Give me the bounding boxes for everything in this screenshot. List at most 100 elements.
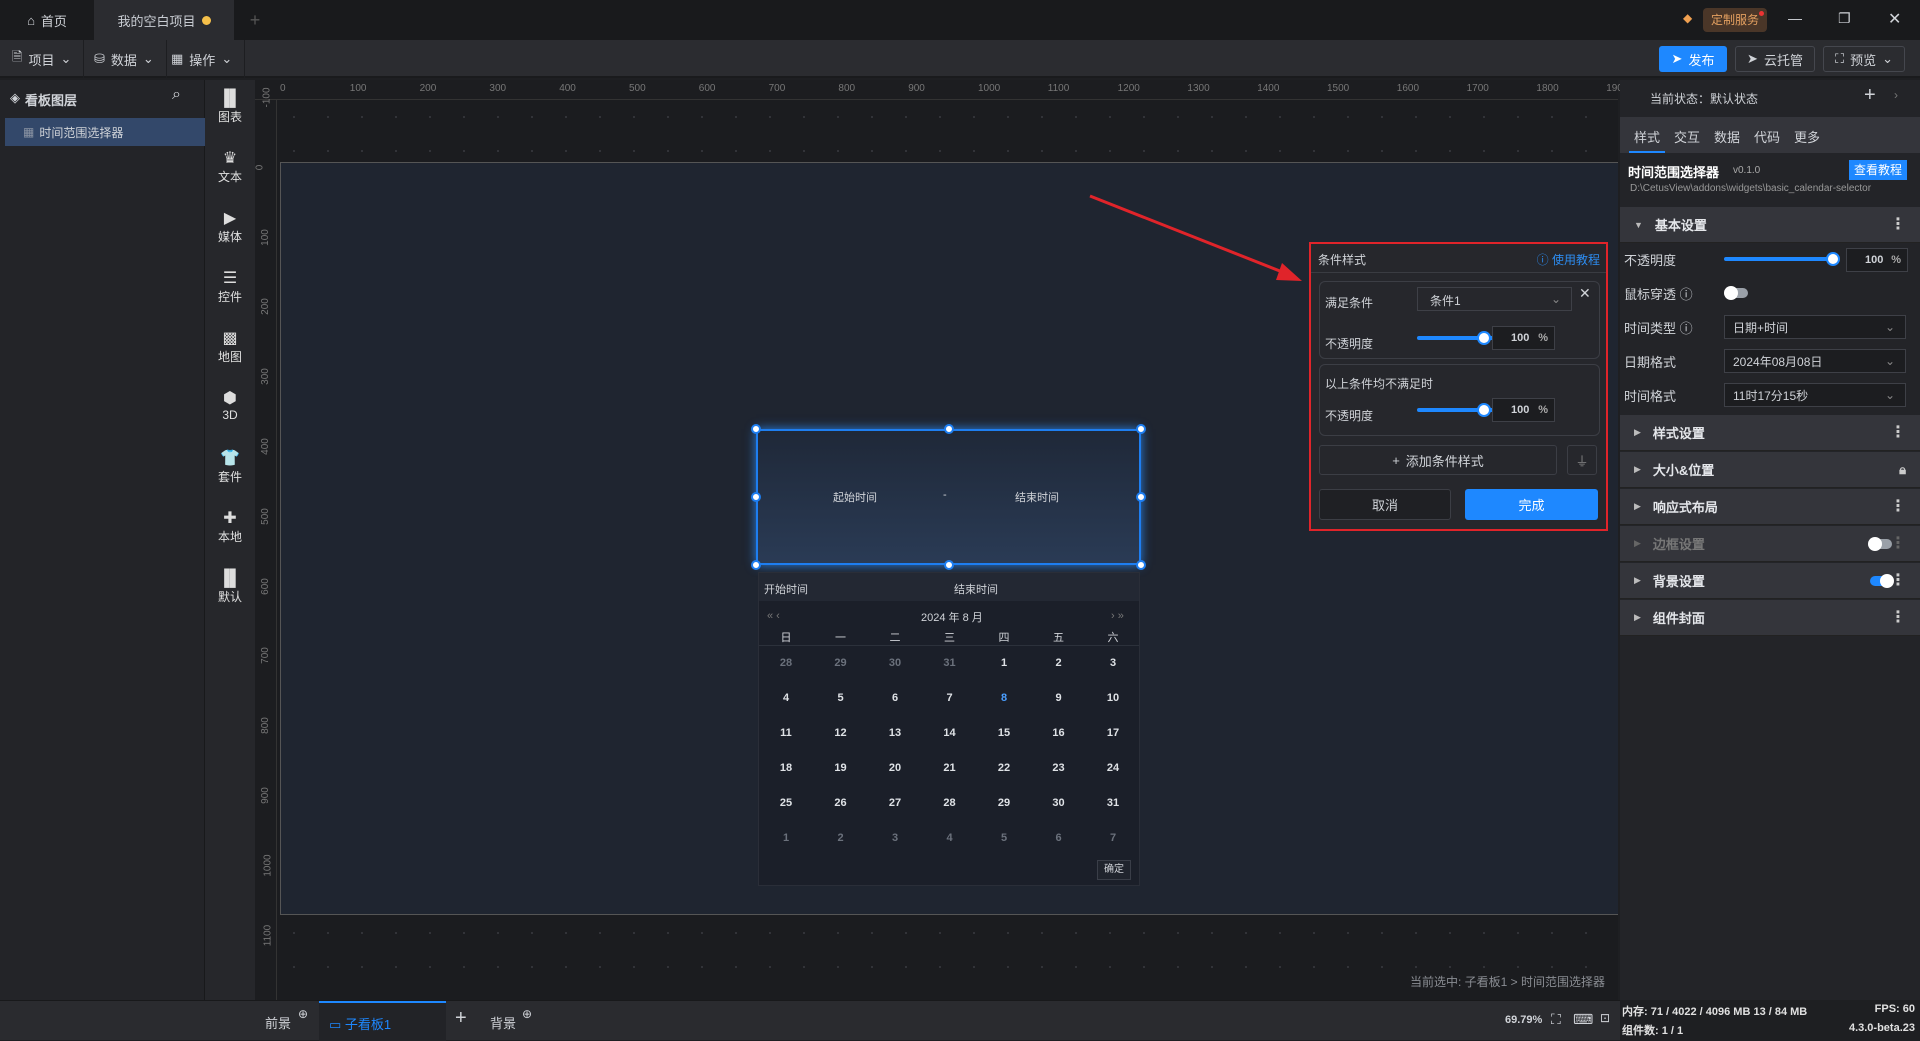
tab-label: 前景	[265, 1016, 292, 1031]
remove-condition-icon[interactable]: ✕	[1579, 285, 1591, 302]
more-icon[interactable]: ⋮	[1890, 498, 1906, 515]
tab-label: 背景	[490, 1016, 517, 1031]
section-label: 样式设置	[1652, 426, 1705, 441]
keyboard-icon[interactable]: ⌨	[1573, 1011, 1593, 1028]
opacity-label: 不透明度	[1325, 409, 1374, 423]
caret-right-icon: ▶	[1634, 612, 1641, 622]
border-toggle[interactable]	[1868, 537, 1892, 551]
add-condition-button[interactable]: + 添加条件样式	[1319, 445, 1557, 475]
mouse-through-toggle[interactable]	[1724, 286, 1748, 300]
current-state: 当前状态：默认状态	[1650, 92, 1759, 106]
chevron-down-icon: ⌄	[1884, 354, 1895, 368]
chevron-right-icon[interactable]: ›	[1894, 88, 1898, 102]
component-path: D:\CetusView\addons\widgets\basic_calend…	[1630, 183, 1872, 194]
add-foreground-icon[interactable]: ⊕	[298, 1007, 308, 1021]
select-value: 2024年08月08日	[1733, 354, 1823, 369]
else-label: 以上条件均不满足时	[1325, 377, 1434, 391]
slider-knob[interactable]	[1477, 403, 1491, 417]
more-icon[interactable]: ⋮	[1890, 609, 1906, 626]
section-style[interactable]: ▶ 样式设置 ⋮	[1620, 415, 1920, 451]
percent-unit: %	[1538, 332, 1548, 344]
opacity-row: 不透明度 100%	[1620, 244, 1920, 274]
add-background-icon[interactable]: ⊕	[522, 1007, 532, 1021]
component-version: v0.1.0	[1733, 165, 1761, 176]
caret-right-icon: ▶	[1634, 575, 1641, 585]
percent-unit: %	[1538, 404, 1548, 416]
app-version: 4.3.0-beta.23	[1848, 1022, 1915, 1034]
select-value: 日期+时间	[1733, 320, 1789, 335]
section-border[interactable]: ▶ 边框设置 ⋮	[1620, 526, 1920, 562]
section-label: 基本设置	[1654, 218, 1707, 233]
caret-right-icon: ▶	[1634, 427, 1641, 437]
time-type-label: 时间类型 ⓘ	[1624, 318, 1693, 337]
caret-right-icon: ▶	[1634, 501, 1641, 511]
mouse-through-row: 鼠标穿透 ⓘ	[1620, 278, 1920, 308]
background-toggle[interactable]	[1870, 574, 1894, 588]
foreground-tab[interactable]: 前景	[265, 1013, 291, 1032]
slider-knob[interactable]	[1477, 331, 1491, 345]
opacity-value: 100	[1511, 404, 1530, 416]
tab-0[interactable]: 样式	[1629, 127, 1665, 153]
tab-2[interactable]: 数据	[1709, 127, 1745, 153]
help-link[interactable]: ⓘ 使用教程	[1537, 251, 1600, 268]
opacity-input[interactable]: 100%	[1846, 248, 1908, 272]
done-button[interactable]: 完成	[1465, 489, 1598, 520]
status-panel: 内存: 71 / 4022 / 4096 MB 13 / 84 MB FPS: …	[1620, 1000, 1920, 1040]
sub-board-tab[interactable]: ▭ 子看板1	[319, 1001, 446, 1041]
filter-add-icon[interactable]: ⏚	[1567, 445, 1597, 475]
more-icon[interactable]: ⋮	[1890, 572, 1906, 589]
section-responsive[interactable]: ▶ 响应式布局 ⋮	[1620, 489, 1920, 525]
section-label: 响应式布局	[1652, 500, 1718, 515]
lock-icon[interactable]: 🔒︎	[1899, 463, 1906, 476]
fit-screen-icon[interactable]: ⛶	[1551, 1011, 1561, 1028]
opacity-input[interactable]: 100%	[1492, 326, 1555, 350]
tab-4[interactable]: 更多	[1789, 127, 1825, 153]
section-background[interactable]: ▶ 背景设置 ⋮	[1620, 563, 1920, 599]
component-count: 组件数: 1 / 1	[1622, 1025, 1684, 1037]
label-text: 时间类型	[1624, 320, 1677, 336]
add-state-icon[interactable]: +	[1864, 84, 1876, 107]
add-board-icon[interactable]: +	[455, 1007, 467, 1030]
zoom-level[interactable]: 69.79%	[1505, 1014, 1542, 1026]
time-type-select[interactable]: 日期+时间 ⌄	[1724, 315, 1906, 339]
button-label: 添加条件样式	[1405, 453, 1484, 469]
condition-select[interactable]: 条件1 ⌄	[1417, 287, 1572, 311]
component-name: 时间范围选择器	[1628, 165, 1720, 180]
opacity-slider[interactable]	[1724, 257, 1834, 261]
time-format-select[interactable]: 11时17分15秒 ⌄	[1724, 383, 1906, 407]
dialog-title: 条件样式	[1318, 253, 1367, 267]
opacity-label: 不透明度	[1624, 252, 1677, 268]
memory-usage: 内存: 71 / 4022 / 4096 MB 13 / 84 MB	[1622, 1006, 1808, 1018]
section-label: 背景设置	[1652, 574, 1705, 589]
condition-style-dialog: 条件样式 ⓘ 使用教程 满足条件 条件1 ⌄ ✕ 不透明度 100% 以上条件均不…	[1309, 242, 1608, 531]
tab-3[interactable]: 代码	[1749, 127, 1785, 153]
chevron-down-icon: ⌄	[1550, 292, 1561, 306]
opacity-input[interactable]: 100%	[1492, 398, 1555, 422]
button-label: 查看教程	[1853, 163, 1902, 177]
date-format-row: 日期格式 2024年08月08日 ⌄	[1620, 346, 1920, 376]
section-cover[interactable]: ▶ 组件封面 ⋮	[1620, 600, 1920, 636]
fps: FPS: 60	[1874, 1003, 1915, 1015]
cancel-button[interactable]: 取消	[1319, 489, 1451, 520]
section-label: 大小&位置	[1652, 463, 1715, 478]
section-label: 边框设置	[1652, 537, 1705, 552]
slider-knob[interactable]	[1826, 252, 1840, 266]
percent-unit: %	[1891, 254, 1901, 266]
more-icon[interactable]: ⋮	[1890, 535, 1906, 552]
date-format-select[interactable]: 2024年08月08日 ⌄	[1724, 349, 1906, 373]
more-icon[interactable]: ⋮	[1890, 216, 1906, 233]
section-basic[interactable]: ▼ 基本设置 ⋮	[1620, 207, 1920, 243]
opacity-value: 100	[1865, 254, 1884, 266]
tab-1[interactable]: 交互	[1669, 127, 1705, 153]
background-tab[interactable]: 背景	[490, 1013, 516, 1032]
section-label: 组件封面	[1652, 611, 1705, 626]
more-icon[interactable]: ⋮	[1890, 424, 1906, 441]
tutorial-button[interactable]: 查看教程	[1849, 160, 1907, 180]
select-value: 11时17分15秒	[1733, 388, 1809, 403]
chevron-down-icon: ⌄	[1884, 388, 1895, 402]
terminal-icon[interactable]: ⊡	[1600, 1011, 1610, 1025]
board-icon: ▭	[329, 1017, 342, 1032]
section-size-position[interactable]: ▶ 大小&位置 🔒︎	[1620, 452, 1920, 488]
help-label: 使用教程	[1551, 253, 1600, 267]
button-label: 取消	[1371, 498, 1398, 513]
